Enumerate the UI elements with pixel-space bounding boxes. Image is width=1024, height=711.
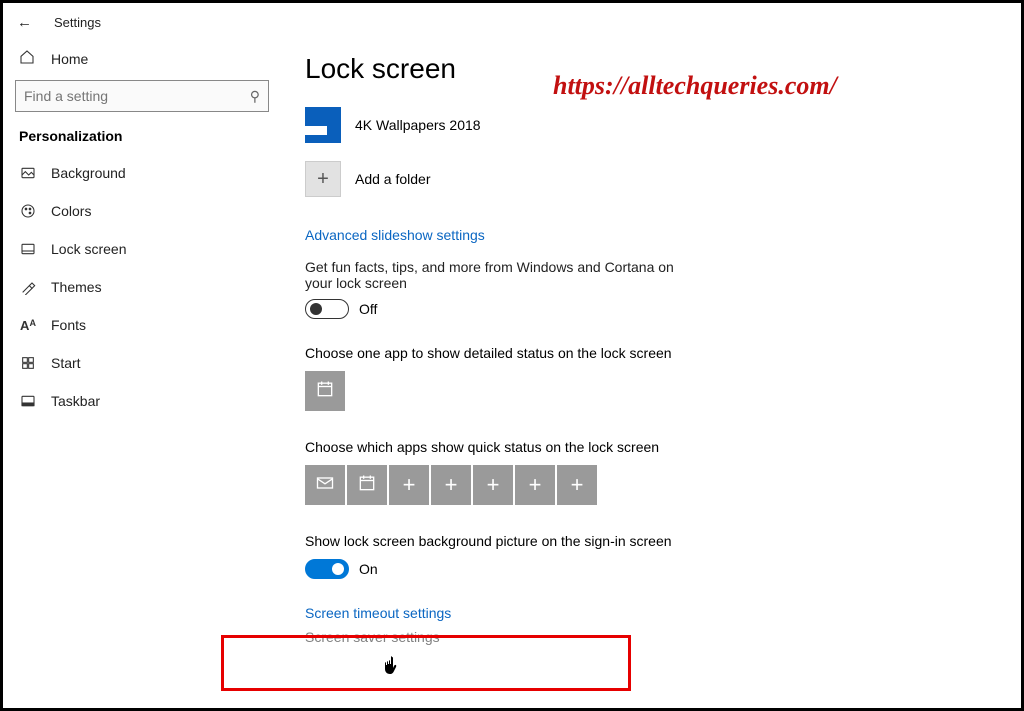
sidebar-item-fonts[interactable]: AA Fonts	[15, 306, 269, 344]
signin-bg-label: Show lock screen background picture on t…	[305, 533, 981, 549]
sidebar-item-label: Lock screen	[51, 241, 126, 257]
sidebar-item-colors[interactable]: Colors	[15, 192, 269, 230]
sidebar-item-label: Taskbar	[51, 393, 100, 409]
lockscreen-icon	[19, 241, 37, 257]
cursor-icon	[382, 655, 398, 680]
plus-icon: +	[445, 472, 458, 498]
detailed-status-label: Choose one app to show detailed status o…	[305, 345, 981, 361]
sidebar: Home ⚲ Personalization Background Colors…	[3, 41, 281, 708]
quick-status-slot-7[interactable]: +	[557, 465, 597, 505]
funfacts-label: Get fun facts, tips, and more from Windo…	[305, 259, 685, 291]
fonts-icon: AA	[19, 318, 37, 333]
annotation-highlight	[221, 635, 631, 691]
plus-icon: +	[487, 472, 500, 498]
search-input[interactable]	[24, 88, 250, 104]
screen-timeout-link[interactable]: Screen timeout settings	[305, 605, 981, 621]
plus-icon: +	[403, 472, 416, 498]
advanced-slideshow-link[interactable]: Advanced slideshow settings	[305, 227, 981, 243]
sidebar-item-label: Start	[51, 355, 81, 371]
quick-status-app-2[interactable]	[347, 465, 387, 505]
sidebar-item-lockscreen[interactable]: Lock screen	[15, 230, 269, 268]
signin-bg-state: On	[359, 561, 378, 577]
themes-icon	[19, 279, 37, 295]
sidebar-home[interactable]: Home	[15, 41, 269, 78]
detailed-status-app[interactable]	[305, 371, 345, 411]
sidebar-item-label: Colors	[51, 203, 91, 219]
funfacts-state: Off	[359, 301, 377, 317]
sidebar-item-label: Fonts	[51, 317, 86, 333]
back-button[interactable]: ←	[17, 14, 32, 31]
add-folder-row[interactable]: + Add a folder	[305, 161, 981, 197]
quick-status-slot-6[interactable]: +	[515, 465, 555, 505]
calendar-icon	[357, 473, 377, 498]
taskbar-icon	[19, 393, 37, 409]
sidebar-category: Personalization	[15, 126, 269, 154]
start-icon	[19, 355, 37, 371]
sidebar-item-themes[interactable]: Themes	[15, 268, 269, 306]
content-area: Lock screen 4K Wallpapers 2018 + Add a f…	[281, 41, 1021, 708]
plus-icon: +	[305, 161, 341, 197]
quick-status-slot-3[interactable]: +	[389, 465, 429, 505]
palette-icon	[19, 203, 37, 219]
funfacts-toggle[interactable]	[305, 299, 349, 319]
sidebar-home-label: Home	[51, 51, 88, 67]
quick-status-app-1[interactable]	[305, 465, 345, 505]
search-icon: ⚲	[250, 88, 260, 105]
wallpaper-app-label: 4K Wallpapers 2018	[355, 117, 481, 133]
quick-status-slot-4[interactable]: +	[431, 465, 471, 505]
search-box[interactable]: ⚲	[15, 80, 269, 112]
sidebar-item-label: Background	[51, 165, 126, 181]
plus-icon: +	[529, 472, 542, 498]
quick-status-label: Choose which apps show quick status on t…	[305, 439, 981, 455]
add-folder-label: Add a folder	[355, 171, 431, 187]
sidebar-item-label: Themes	[51, 279, 102, 295]
wallpaper-app-icon	[305, 107, 341, 143]
wallpaper-app-row[interactable]: 4K Wallpapers 2018	[305, 107, 981, 143]
mail-icon	[315, 473, 335, 498]
picture-icon	[19, 165, 37, 181]
signin-bg-toggle[interactable]	[305, 559, 349, 579]
sidebar-item-start[interactable]: Start	[15, 344, 269, 382]
sidebar-item-taskbar[interactable]: Taskbar	[15, 382, 269, 420]
home-icon	[19, 49, 37, 68]
sidebar-item-background[interactable]: Background	[15, 154, 269, 192]
window-title: Settings	[54, 15, 101, 30]
quick-status-slot-5[interactable]: +	[473, 465, 513, 505]
watermark-text: https://alltechqueries.com/	[553, 71, 837, 101]
plus-icon: +	[571, 472, 584, 498]
calendar-icon	[315, 379, 335, 404]
